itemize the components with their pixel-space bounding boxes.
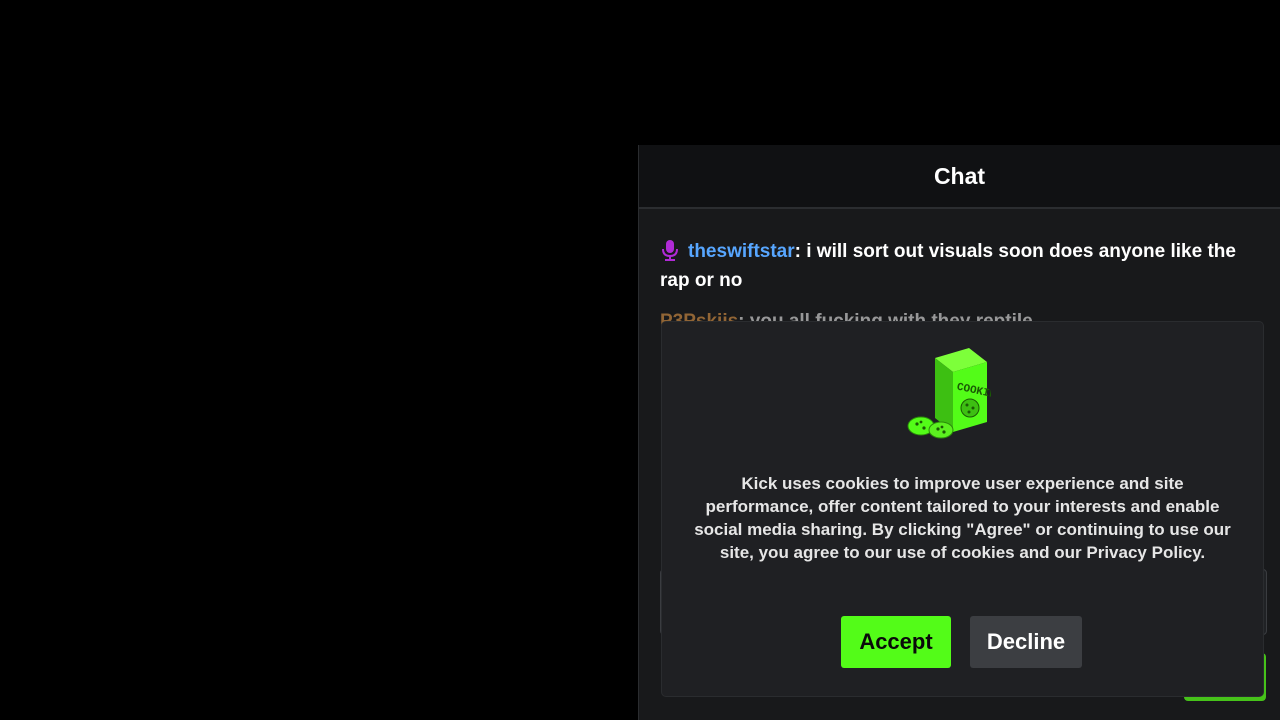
accept-button[interactable]: Accept	[841, 616, 951, 668]
chat-messages: theswiftstar: i will sort out visuals so…	[639, 209, 1280, 336]
chat-message: theswiftstar: i will sort out visuals so…	[660, 237, 1262, 295]
chat-separator: :	[794, 241, 807, 262]
chat-header: Chat	[639, 145, 1280, 209]
chat-title: Chat	[933, 162, 986, 189]
microphone-icon	[660, 239, 680, 261]
chat-username[interactable]: theswiftstar	[688, 241, 795, 262]
cookie-consent-message: Kick uses cookies to improve user experi…	[694, 474, 1231, 562]
decline-button[interactable]: Decline	[970, 616, 1082, 668]
cookie-consent-modal: COOKIE Kick uses cookies to improve user…	[662, 322, 1263, 696]
page: Chat theswiftstar: i will sort out visua…	[0, 0, 1280, 720]
cookie-box-icon: COOKIE	[907, 348, 997, 443]
